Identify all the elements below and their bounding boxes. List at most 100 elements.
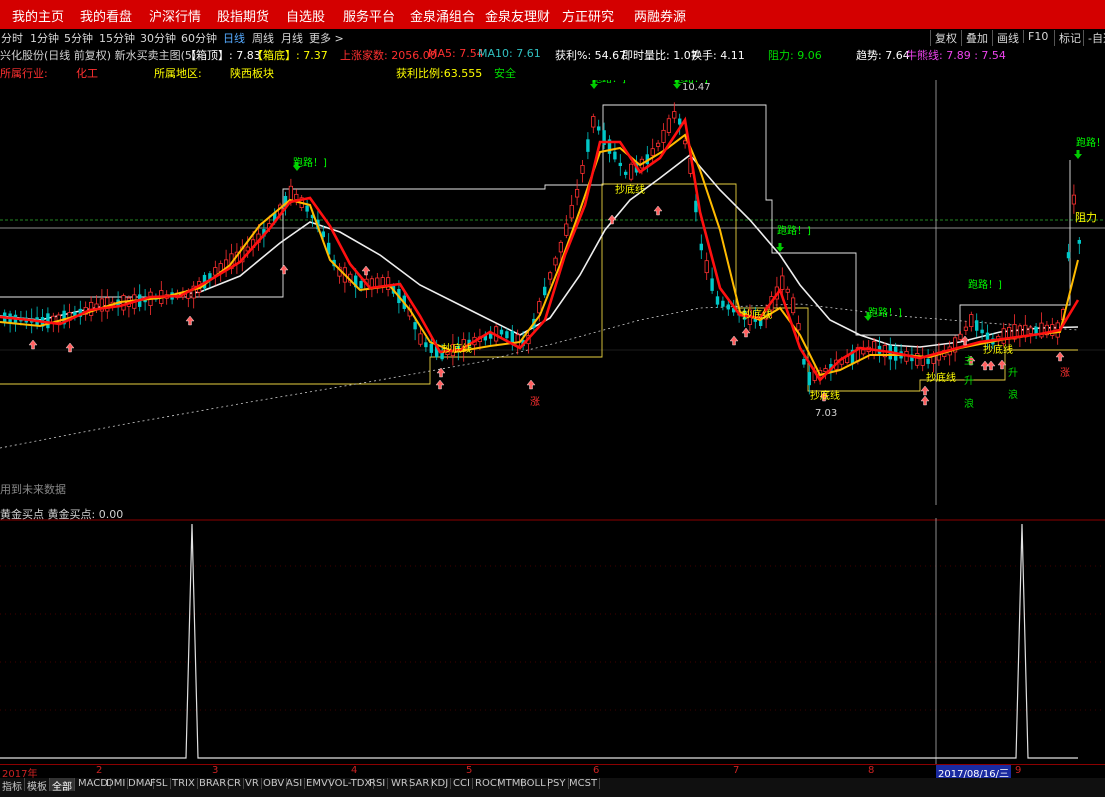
candle-body: [1034, 326, 1038, 334]
ma10-value: MA10: 7.61: [478, 47, 541, 60]
candle-body: [796, 323, 801, 331]
candle-body: [683, 140, 688, 145]
tab-trix[interactable]: TRIX: [170, 778, 198, 789]
candle-body: [694, 200, 698, 213]
trend-value: 趋势: 7.64: [856, 49, 910, 62]
period-intraday[interactable]: 分时: [1, 30, 23, 46]
add-watchlist-button[interactable]: -自选: [1083, 30, 1105, 46]
candle-body: [969, 314, 974, 328]
indicator-info-line: 兴化股份(日线 前复权) 新水买卖主图(5) 【箱顶】: 7.83 【箱底】: …: [0, 46, 1105, 62]
candle-body: [704, 260, 709, 274]
golden-buy-point-chart[interactable]: [0, 518, 1105, 764]
f10-button[interactable]: F10: [1023, 30, 1048, 43]
turnover-value: 换手: 4.11: [691, 49, 745, 62]
candle-body: [666, 118, 672, 133]
period-1min[interactable]: 1分钟: [30, 30, 59, 46]
period-15min[interactable]: 15分钟: [99, 30, 135, 46]
profit-pct-value: 获利%: 54.67: [555, 49, 627, 62]
period-5min[interactable]: 5分钟: [64, 30, 93, 46]
status-strip: [0, 791, 1105, 797]
tab-vr[interactable]: VR: [243, 778, 262, 789]
date-tick: 5: [466, 765, 473, 776]
candle-body: [780, 275, 785, 290]
candle-body: [926, 358, 930, 364]
nav-finance[interactable]: 金泉友理财: [485, 6, 550, 25]
runaway-label: 跑路！]: [868, 306, 902, 319]
nav-home[interactable]: 我的主页: [12, 6, 64, 25]
candle-body: [721, 300, 725, 307]
candle-body: [802, 359, 806, 365]
date-tick: 6: [593, 765, 600, 776]
period-daily[interactable]: 日线: [223, 30, 245, 46]
candle-body: [650, 148, 655, 156]
nav-research[interactable]: 方正研究: [562, 6, 614, 25]
tab-fsl[interactable]: FSL: [148, 778, 171, 789]
tab-cci[interactable]: CCI: [451, 778, 473, 789]
top-navigation: 我的主页 我的看盘 沪深行情 股指期货 自选股 服务平台 金泉涌组合 金泉友理财…: [0, 0, 1105, 30]
candle-body: [121, 295, 126, 311]
indicator-tabs: 指标 模板 全部 MACD DMI DMA FSL TRIX BRAR CR V…: [0, 778, 1105, 793]
bull-bear-value: 牛熊线: 7.89 : 7.54: [906, 49, 1006, 62]
nav-service[interactable]: 服务平台: [343, 6, 395, 25]
runaway-label: 跑路！]: [968, 278, 1002, 291]
tab-dmi[interactable]: DMI: [104, 778, 129, 789]
period-more[interactable]: 更多 >: [309, 30, 344, 46]
buy-arrow-icon: [526, 379, 536, 390]
box-bottom-value: 【箱底】: 7.37: [252, 49, 328, 62]
mark-button[interactable]: 标记: [1054, 30, 1081, 46]
wave-label: 浪: [964, 397, 974, 410]
buy-arrow-icon: [741, 327, 751, 338]
period-60min[interactable]: 60分钟: [181, 30, 217, 46]
tab-psy[interactable]: PSY: [545, 778, 569, 789]
buy-arrow-icon: [361, 265, 371, 276]
candle-body: [785, 288, 790, 293]
golden-buy-series: [0, 523, 1078, 759]
date-axis: 2017年 2 3 4 5 6 7 8 2017/08/16/三 9: [0, 764, 1105, 780]
candle-body: [963, 326, 969, 331]
buy-arrow-icon: [607, 214, 617, 225]
tab-mcst[interactable]: MCST: [567, 778, 601, 789]
period-weekly[interactable]: 周线: [252, 30, 274, 46]
candle-body: [575, 189, 580, 198]
overlay-button[interactable]: 叠加: [961, 30, 988, 46]
candle-body: [418, 333, 423, 345]
candle-body: [699, 243, 703, 251]
candle-body: [823, 368, 828, 373]
date-tick: 2: [96, 765, 103, 776]
runaway-label: 跑路！]: [592, 80, 626, 85]
candle-body: [569, 204, 574, 219]
candle-body: [288, 185, 294, 201]
candlestick-series: [3, 102, 1081, 395]
nav-margin[interactable]: 两融券源: [634, 6, 686, 25]
candle-body: [515, 334, 520, 347]
tab-kdj[interactable]: KDJ: [429, 778, 452, 789]
nav-sh-sz-market[interactable]: 沪深行情: [149, 6, 201, 25]
box-top-value: 【箱顶】: 7.83: [185, 49, 261, 62]
draw-line-button[interactable]: 画线: [992, 30, 1019, 46]
candle-body: [958, 333, 963, 340]
industry-label: 所属行业:: [0, 67, 48, 80]
tab-rsi[interactable]: RSI: [367, 778, 389, 789]
candle-body: [618, 162, 622, 167]
buy-arrow-icon: [986, 360, 996, 371]
period-30min[interactable]: 30分钟: [140, 30, 176, 46]
tab-asi[interactable]: ASI: [284, 778, 306, 789]
candle-body: [975, 320, 979, 331]
buy-arrow-icon: [920, 395, 930, 406]
main-candlestick-chart[interactable]: 跑路！]跑路！]跑路！]跑路！]跑路！]跑路！]跑路！]抄底线抄底线抄底线抄底线…: [0, 80, 1105, 505]
candle-body: [726, 304, 730, 310]
candle-body: [1071, 194, 1076, 205]
buy-arrow-icon: [920, 385, 930, 396]
candle-body: [553, 257, 558, 266]
nav-my-stocks[interactable]: 自选股: [286, 6, 325, 25]
candle-body: [1001, 328, 1006, 344]
nav-watch[interactable]: 我的看盘: [80, 6, 132, 25]
restore-rights-button[interactable]: 复权: [930, 30, 957, 46]
support-line-label: 抄底线: [810, 389, 840, 402]
candle-body: [499, 329, 504, 335]
period-monthly[interactable]: 月线: [281, 30, 303, 46]
buy-arrow-icon: [279, 264, 289, 275]
nav-index-futures[interactable]: 股指期货: [217, 6, 269, 25]
nav-portfolio[interactable]: 金泉涌组合: [410, 6, 475, 25]
tab-cr[interactable]: CR: [225, 778, 244, 789]
